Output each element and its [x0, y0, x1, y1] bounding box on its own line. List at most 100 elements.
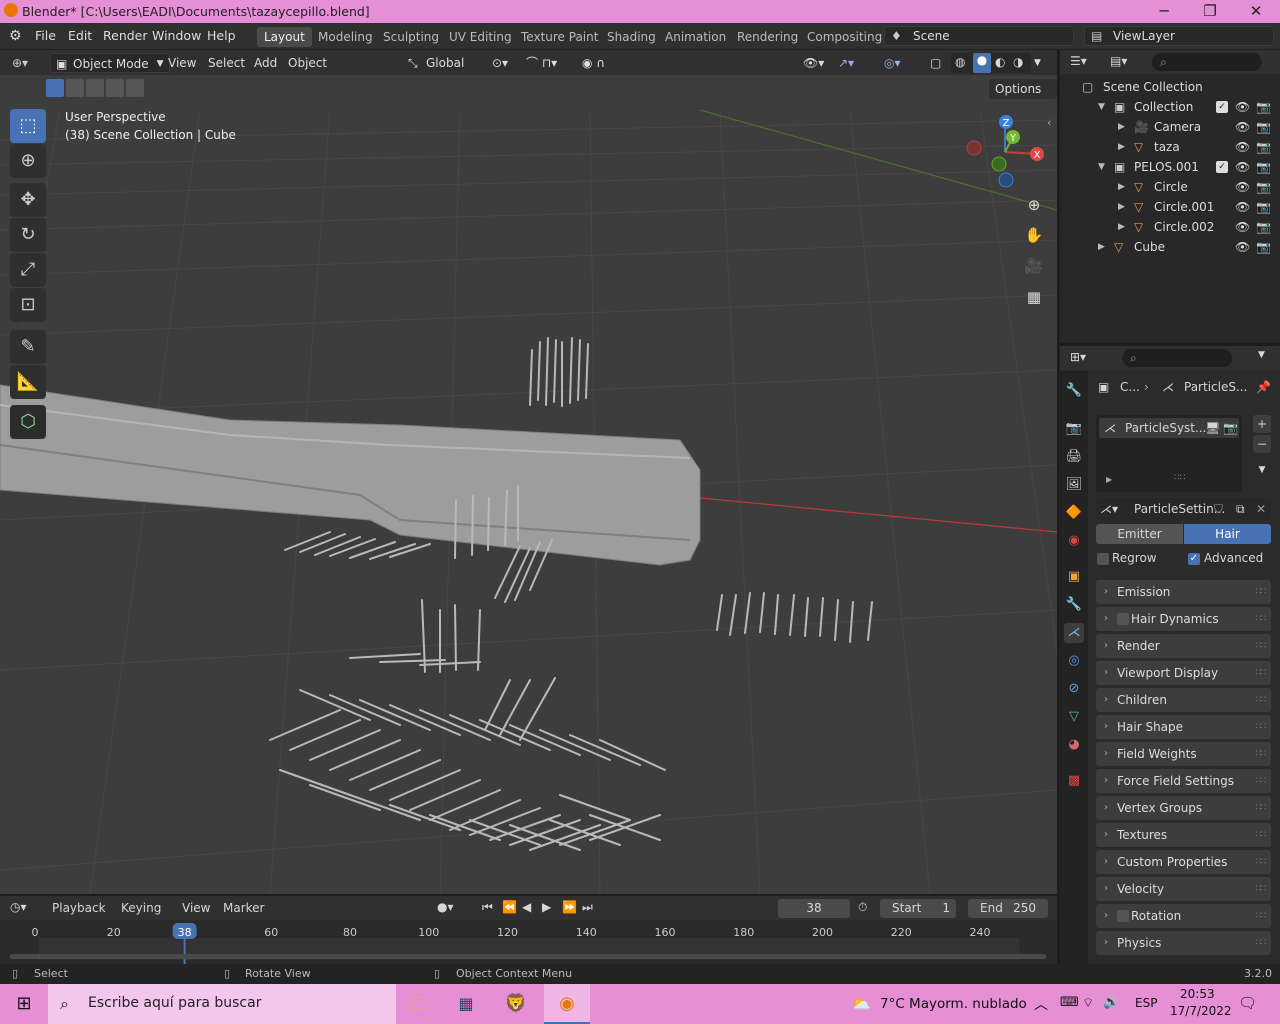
- drag-grip-icon[interactable]: ∷∷: [1256, 742, 1267, 766]
- xray-icon[interactable]: ▢: [930, 53, 941, 73]
- panel-physics[interactable]: › Physics ∷∷: [1096, 931, 1271, 955]
- expand-open-triangle-icon[interactable]: ▼: [1098, 157, 1105, 177]
- gizmo-toggle-icon[interactable]: ↗▾: [838, 53, 854, 73]
- visibility-eye-icon[interactable]: 👁: [1235, 157, 1250, 177]
- move-tool[interactable]: ✥: [10, 183, 46, 217]
- panel-viewport-display[interactable]: › Viewport Display ∷∷: [1096, 661, 1271, 685]
- panel-custom-properties[interactable]: › Custom Properties ∷∷: [1096, 850, 1271, 874]
- start-frame-field[interactable]: Start 1: [880, 899, 956, 918]
- mode-dropdown[interactable]: ▣ Object Mode ▼: [50, 53, 170, 73]
- tab-rendering[interactable]: Rendering: [730, 27, 805, 47]
- select-subtract-icon[interactable]: [86, 79, 104, 97]
- shading-options-icon[interactable]: ▼: [1034, 53, 1041, 73]
- drag-grip-icon[interactable]: ∷∷: [1256, 607, 1267, 631]
- tray-chevron-up-icon[interactable]: ︿: [1034, 994, 1048, 1014]
- next-keyframe-icon[interactable]: ⏩: [562, 900, 577, 914]
- scale-tool[interactable]: ⤢: [10, 253, 46, 287]
- outliner-row-circle-002[interactable]: ▶ ▽ Circle.002 👁 📷: [1060, 217, 1280, 237]
- particle-settings-field[interactable]: ⋌▾ ParticleSettin... ⛉ ⧉ ✕: [1096, 498, 1271, 520]
- tab-shading[interactable]: Shading: [600, 27, 663, 47]
- render-camera-icon[interactable]: 📷: [1256, 197, 1271, 217]
- panel-rotation[interactable]: › Rotation ∷∷: [1096, 904, 1271, 928]
- expand-closed-triangle-icon[interactable]: ▶: [1118, 177, 1125, 197]
- list-menu-chevron-icon[interactable]: ▼: [1253, 461, 1271, 479]
- end-frame-field[interactable]: End 250: [968, 899, 1048, 918]
- tab-sculpting[interactable]: Sculpting: [376, 27, 446, 47]
- app-icon[interactable]: ▦: [448, 984, 484, 1024]
- panel-enable-checkbox[interactable]: [1117, 910, 1129, 922]
- visibility-eye-icon[interactable]: 👁: [1235, 117, 1250, 137]
- fake-user-shield-icon[interactable]: ⛉: [1214, 498, 1223, 520]
- render-camera-icon[interactable]: 📷: [1256, 217, 1271, 237]
- visibility-eye-icon[interactable]: 👁: [1235, 137, 1250, 157]
- file-explorer-icon[interactable]: 🗀: [400, 984, 436, 1024]
- object-tab-icon[interactable]: ▣: [1064, 567, 1084, 587]
- type-emitter-button[interactable]: Emitter: [1096, 524, 1183, 544]
- drag-grip-icon[interactable]: ∷∷: [1256, 715, 1267, 739]
- render-camera-icon[interactable]: 📷: [1223, 418, 1238, 438]
- select-intersect-icon[interactable]: [126, 79, 144, 97]
- type-hair-button[interactable]: Hair: [1184, 524, 1271, 544]
- texture-tab-icon[interactable]: ▩: [1064, 771, 1084, 791]
- panel-velocity[interactable]: › Velocity ∷∷: [1096, 877, 1271, 901]
- prev-keyframe-icon[interactable]: ⏪: [502, 900, 517, 914]
- outliner-row-collection[interactable]: ▼ ▣ Collection ✓ 👁 📷: [1060, 97, 1280, 117]
- remove-particle-system-button[interactable]: −: [1253, 435, 1271, 453]
- weather-cloud-icon[interactable]: ⛅: [846, 984, 876, 1024]
- menu-keying[interactable]: Keying: [121, 901, 161, 915]
- clock-time[interactable]: 20:53: [1180, 987, 1215, 1001]
- pan-hand-icon[interactable]: ✋: [1021, 222, 1047, 248]
- render-tab-icon[interactable]: 📷: [1064, 419, 1084, 439]
- outliner-editor-icon[interactable]: ☰▾: [1070, 54, 1087, 68]
- tab-texture-paint[interactable]: Texture Paint: [514, 27, 605, 47]
- panel-vertex-groups[interactable]: › Vertex Groups ∷∷: [1096, 796, 1271, 820]
- menu-window[interactable]: Window: [152, 28, 201, 43]
- ortho-grid-icon[interactable]: ▦: [1021, 284, 1047, 310]
- taskbar-search-input[interactable]: ⌕ Escribe aquí para buscar: [48, 984, 396, 1024]
- add-particle-system-button[interactable]: +: [1253, 415, 1271, 433]
- rendered-shading-icon[interactable]: ◑: [1013, 55, 1023, 69]
- menu-view[interactable]: View: [168, 53, 196, 73]
- drag-grip-icon[interactable]: ∷∷: [1256, 688, 1267, 712]
- scene-tab-icon[interactable]: 🔶: [1064, 503, 1084, 523]
- pivot-icon[interactable]: ⊙▾: [492, 53, 508, 73]
- tab-compositing[interactable]: Compositing: [800, 27, 889, 47]
- weather-text[interactable]: 7°C Mayorm. nublado: [880, 996, 1027, 1012]
- blender-taskbar-icon[interactable]: ◉: [544, 984, 590, 1024]
- particles-tab-icon[interactable]: ⋌: [1064, 623, 1084, 643]
- outliner-row-circle[interactable]: ▶ ▽ Circle 👁 📷: [1060, 177, 1280, 197]
- render-camera-icon[interactable]: 📷: [1256, 137, 1271, 157]
- render-camera-icon[interactable]: 📷: [1256, 117, 1271, 137]
- current-frame-field[interactable]: 38: [778, 899, 850, 918]
- expand-closed-triangle-icon[interactable]: ▶: [1118, 117, 1125, 137]
- outliner-search-input[interactable]: ⌕: [1152, 53, 1262, 71]
- physics-tab-icon[interactable]: ◎: [1064, 651, 1084, 671]
- expand-closed-triangle-icon[interactable]: ▶: [1118, 197, 1125, 217]
- play-reverse-icon[interactable]: ◀: [522, 900, 531, 914]
- panel-hair-shape[interactable]: › Hair Shape ∷∷: [1096, 715, 1271, 739]
- drag-grip-icon[interactable]: ∷∷: [1256, 796, 1267, 820]
- menu-select[interactable]: Select: [208, 53, 245, 73]
- outliner-row-camera[interactable]: ▶ 🎥 Camera 👁 📷: [1060, 117, 1280, 137]
- volume-icon[interactable]: 🔊: [1103, 995, 1119, 1010]
- timeline-editor-icon[interactable]: ◷▾: [10, 900, 27, 914]
- menu-object[interactable]: Object: [288, 53, 327, 73]
- close-button[interactable]: ✕: [1233, 0, 1279, 23]
- menu-playback[interactable]: Playback: [52, 901, 106, 915]
- properties-editor-icon[interactable]: ⊞▾: [1070, 350, 1086, 364]
- cursor-tool[interactable]: ⊕: [10, 144, 46, 178]
- 3d-viewport[interactable]: ⊕▾ ▣ Object Mode ▼ View Select Add Objec…: [0, 50, 1057, 894]
- timeline-scrollbar[interactable]: [10, 954, 1046, 959]
- properties-options-chevron-icon[interactable]: ▼: [1258, 350, 1265, 360]
- outliner-row-taza[interactable]: ▶ ▽ taza 👁 📷: [1060, 137, 1280, 157]
- wireframe-shading-icon[interactable]: ◍: [955, 55, 965, 69]
- drag-grip-icon[interactable]: ∷∷: [1256, 769, 1267, 793]
- material-tab-icon[interactable]: ◕: [1064, 735, 1084, 755]
- select-extend-icon[interactable]: [66, 79, 84, 97]
- render-camera-icon[interactable]: 📷: [1256, 97, 1271, 117]
- outliner-row-pelos-001[interactable]: ▼ ▣ PELOS.001 ✓ 👁 📷: [1060, 157, 1280, 177]
- editor-type-button[interactable]: ⊕▾: [12, 53, 28, 73]
- tab-layout[interactable]: Layout: [257, 27, 312, 47]
- menu-add[interactable]: Add: [254, 53, 277, 73]
- render-camera-icon[interactable]: 📷: [1256, 237, 1271, 257]
